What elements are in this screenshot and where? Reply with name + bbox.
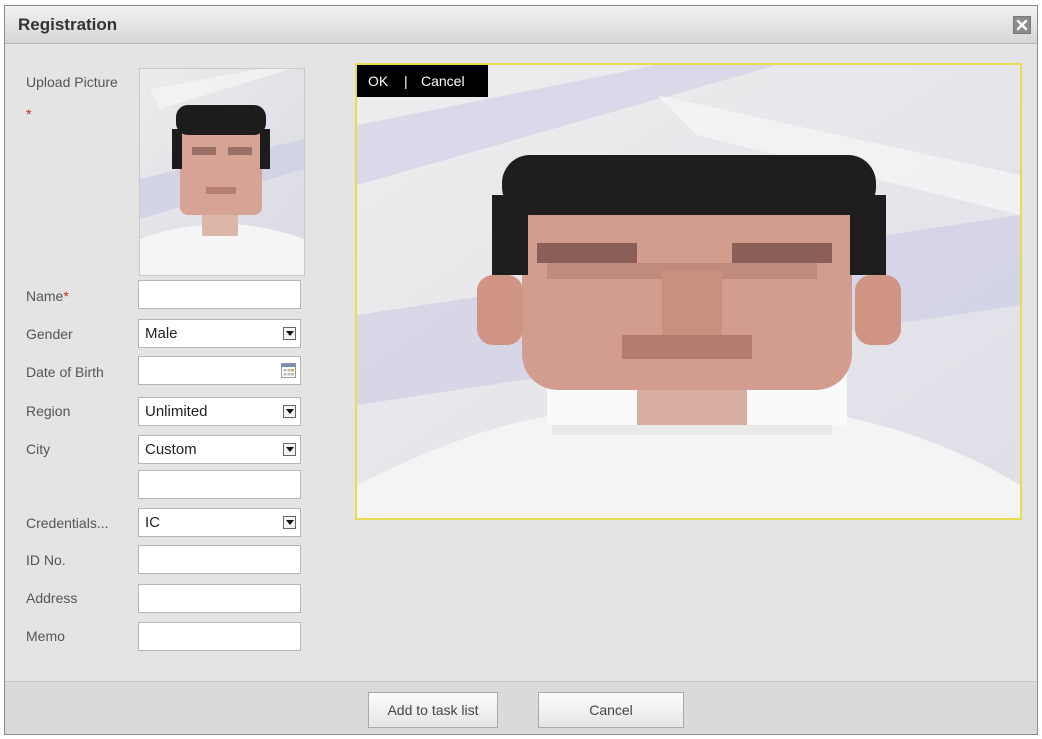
crop-toolbar: OK | Cancel [357, 65, 488, 97]
upload-picture-label: Upload Picture [26, 74, 118, 90]
memo-input[interactable] [138, 622, 301, 651]
add-to-task-list-button[interactable]: Add to task list [368, 692, 498, 728]
picture-thumbnail[interactable] [139, 68, 305, 276]
portrait-preview-image [357, 65, 1020, 518]
cancel-button[interactable]: Cancel [538, 692, 684, 728]
registration-dialog: Registration Upload Picture * Name* Gend… [4, 5, 1038, 735]
address-input[interactable] [138, 584, 301, 613]
chevron-down-icon[interactable] [283, 405, 296, 418]
gender-select[interactable]: Male [138, 319, 301, 348]
id-no-input[interactable] [138, 545, 301, 574]
calendar-icon[interactable] [281, 363, 296, 378]
credentials-select[interactable]: IC [138, 508, 301, 537]
name-label: Name* [26, 288, 69, 304]
crop-separator: | [404, 73, 408, 89]
region-value: Unlimited [145, 403, 208, 420]
gender-label: Gender [26, 326, 73, 342]
region-label: Region [26, 403, 71, 419]
name-input[interactable] [138, 280, 301, 309]
credentials-label: Credentials... [26, 515, 109, 531]
city-select[interactable]: Custom [138, 435, 301, 464]
gender-value: Male [145, 325, 178, 342]
city-label: City [26, 441, 51, 457]
crop-ok-button[interactable]: OK [368, 65, 388, 97]
upload-required-mark: * [26, 106, 32, 122]
title-bar: Registration [5, 6, 1037, 44]
address-label: Address [26, 590, 78, 606]
city-value: Custom [145, 441, 197, 458]
portrait-thumbnail-image [140, 69, 304, 275]
chevron-down-icon[interactable] [283, 327, 296, 340]
name-required-mark: * [63, 288, 69, 304]
dob-label: Date of Birth [26, 364, 104, 380]
dialog-footer: Add to task list Cancel [5, 681, 1037, 734]
credentials-value: IC [145, 514, 160, 531]
close-button[interactable] [1013, 16, 1031, 34]
city-custom-input[interactable] [138, 470, 301, 499]
region-select[interactable]: Unlimited [138, 397, 301, 426]
chevron-down-icon[interactable] [283, 516, 296, 529]
close-icon [1016, 19, 1028, 31]
dialog-title: Registration [18, 15, 118, 34]
dob-input[interactable] [138, 356, 301, 385]
crop-preview[interactable]: OK | Cancel [355, 63, 1022, 520]
memo-label: Memo [26, 628, 65, 644]
chevron-down-icon[interactable] [283, 443, 296, 456]
crop-cancel-button[interactable]: Cancel [421, 65, 465, 97]
id-no-label: ID No. [26, 552, 66, 568]
